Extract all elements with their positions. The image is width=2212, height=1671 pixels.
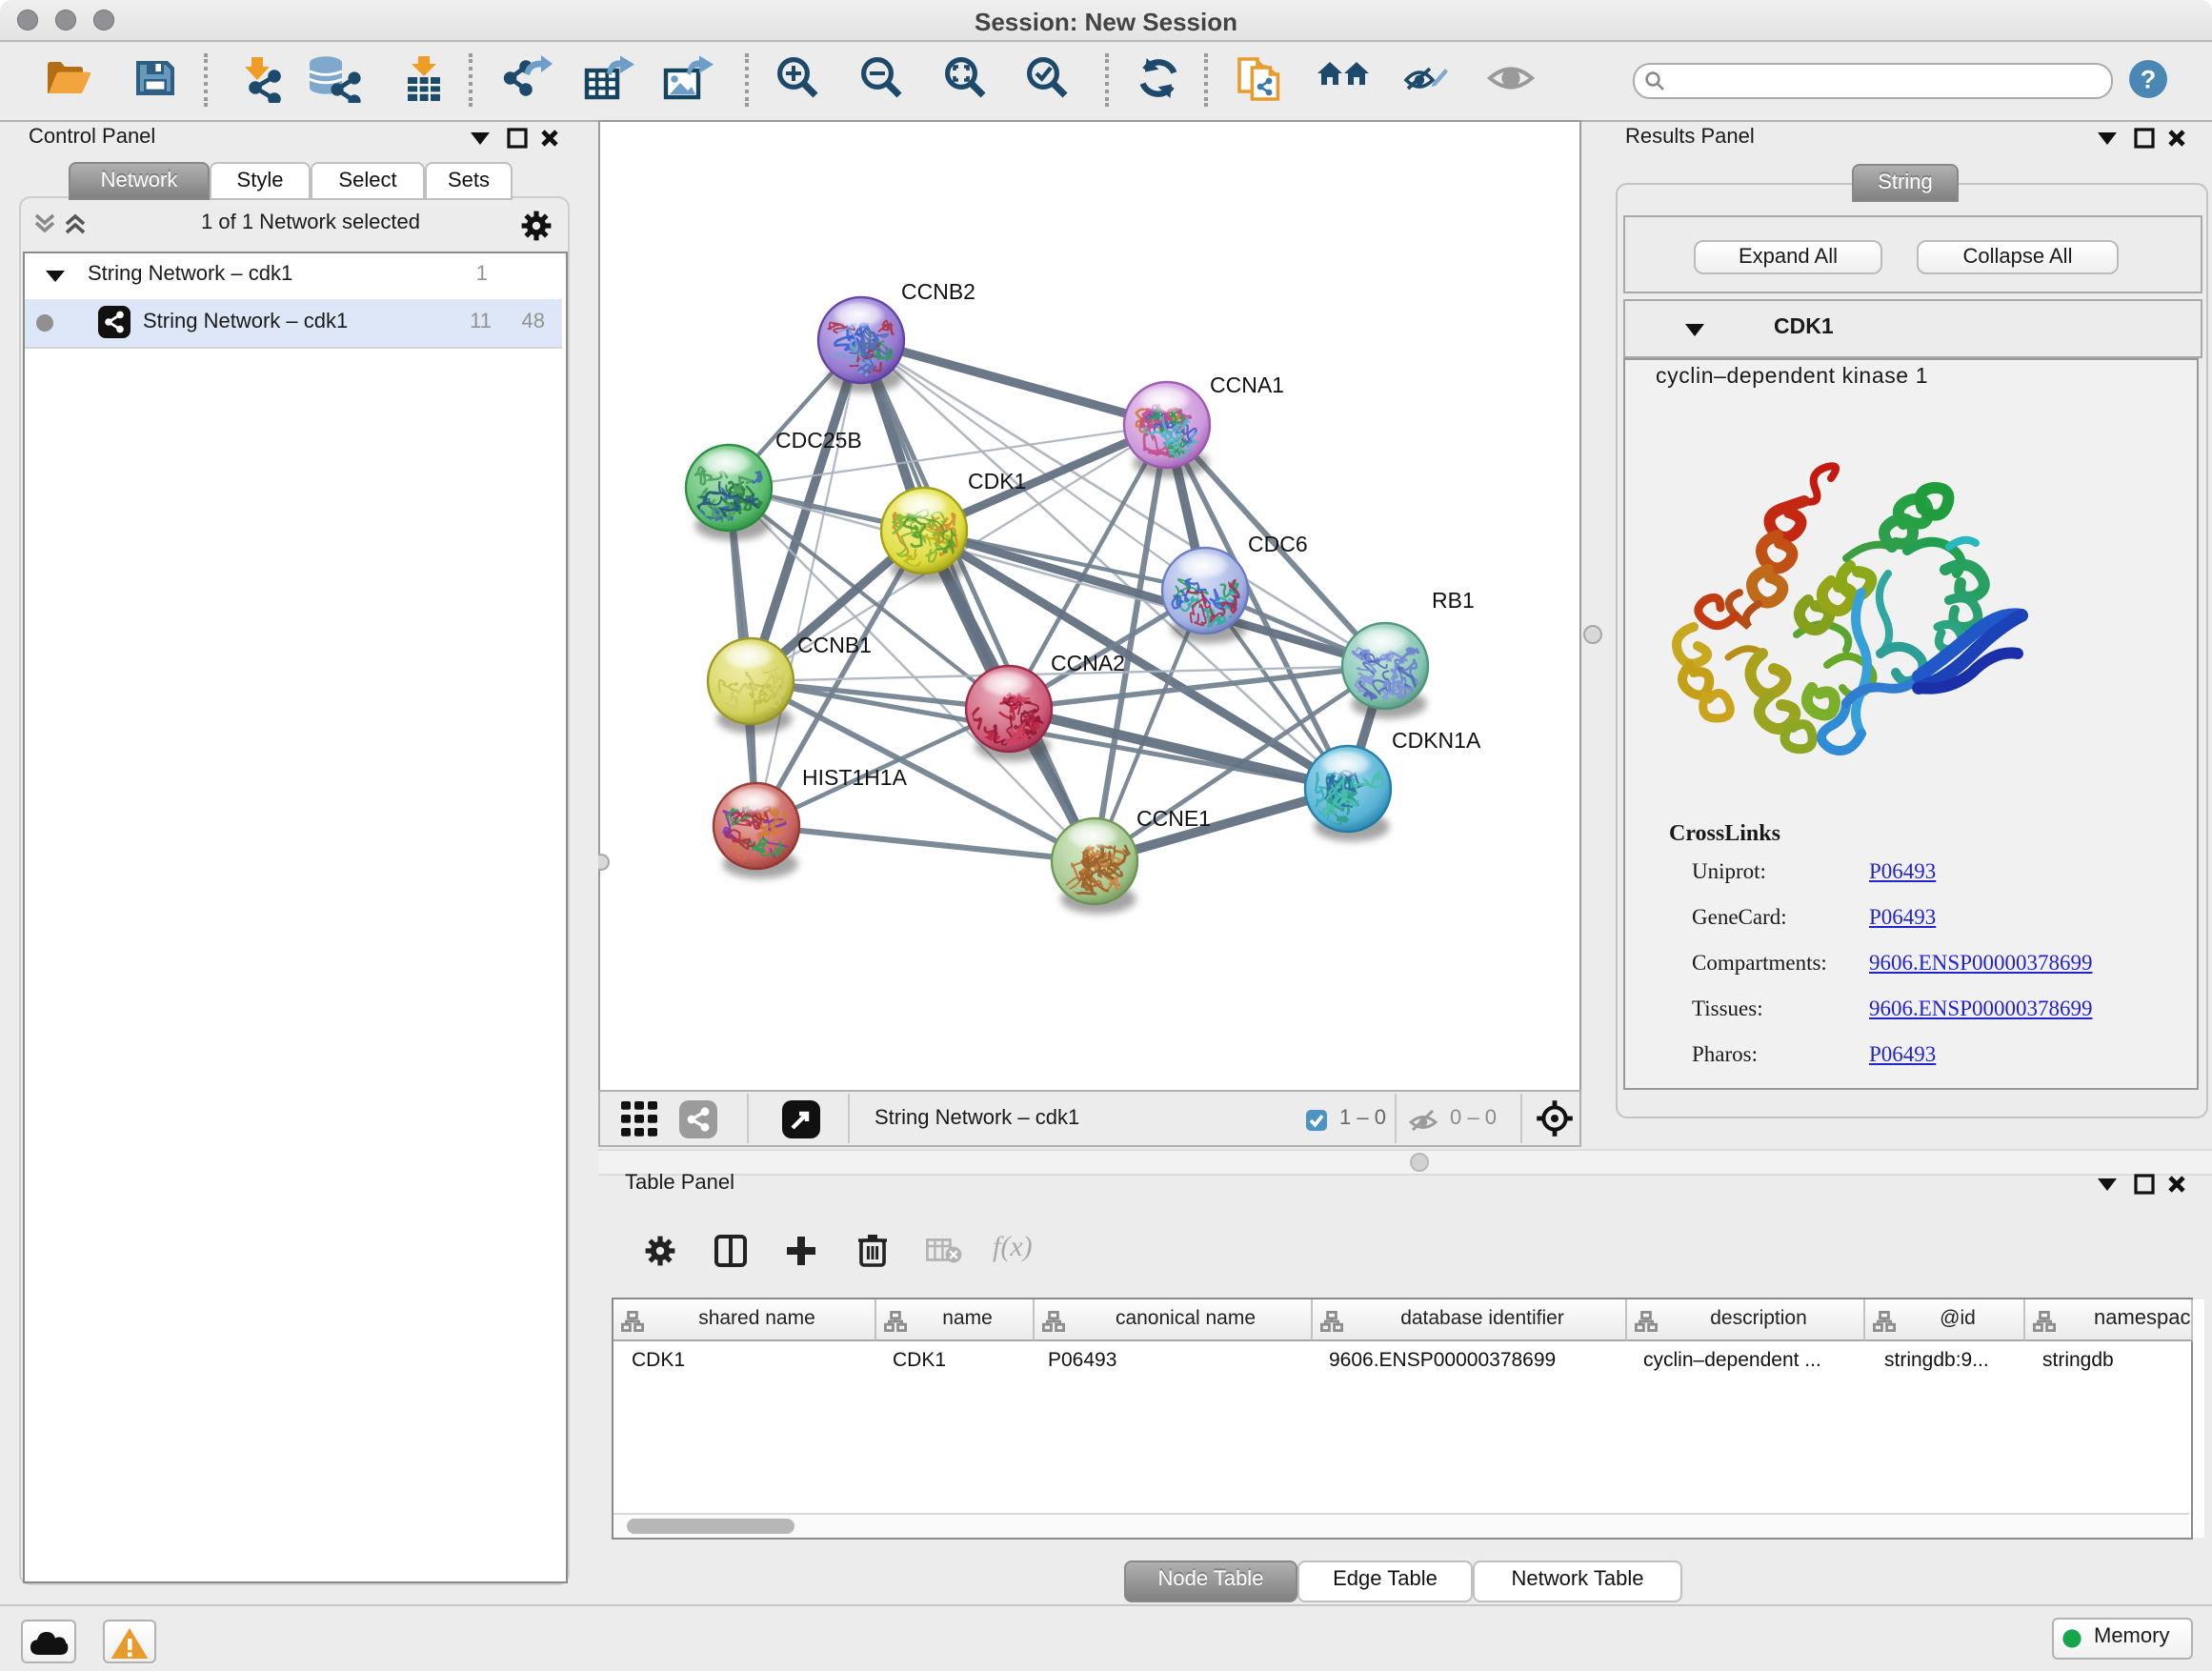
svg-text:?: ? [2141,65,2157,93]
svg-text:CCNB1: CCNB1 [797,633,872,657]
svg-text:HIST1H1A: HIST1H1A [802,765,908,790]
svg-text:CDKN1A: CDKN1A [1392,728,1481,753]
svg-text:CCNA1: CCNA1 [1210,372,1284,397]
svg-text:CDC6: CDC6 [1248,532,1308,556]
svg-text:CDK1: CDK1 [968,469,1026,493]
svg-text:CCNA2: CCNA2 [1051,651,1125,675]
svg-text:CCNB2: CCNB2 [901,279,975,304]
svg-text:CCNE1: CCNE1 [1136,806,1211,831]
svg-text:RB1: RB1 [1432,588,1475,613]
svg-text:CDC25B: CDC25B [775,428,862,453]
